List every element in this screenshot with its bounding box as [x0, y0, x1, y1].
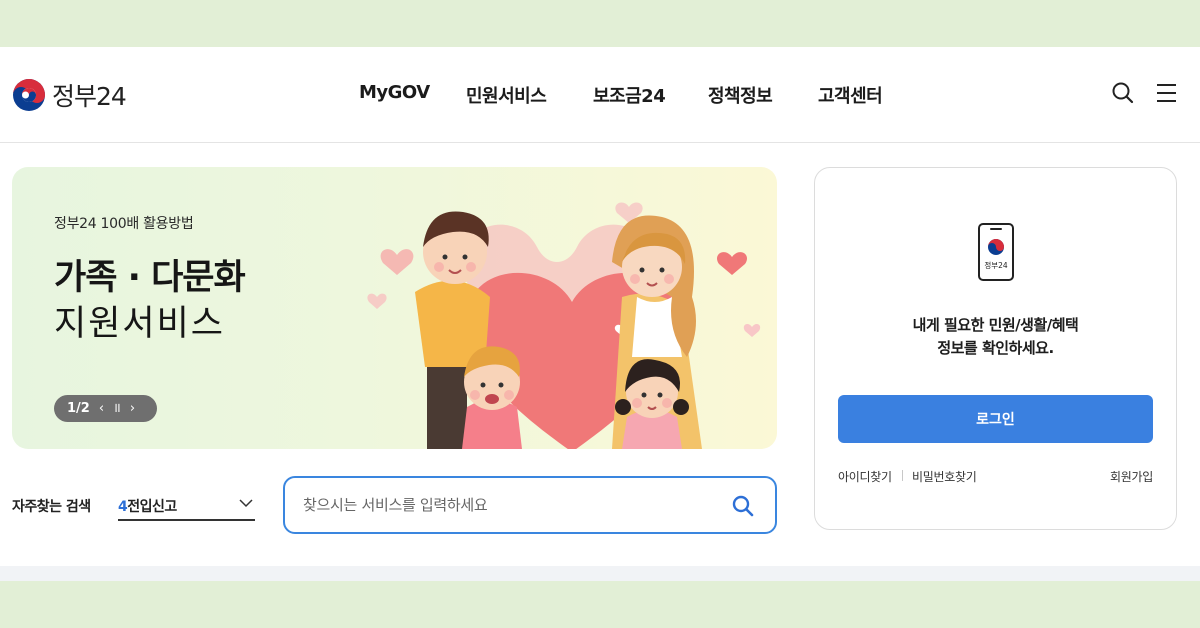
banner-pager: 1/2 ‹ ॥ ›	[54, 395, 157, 422]
service-search-bar	[283, 476, 777, 534]
pager-count: 1/2	[67, 401, 90, 416]
login-message-line2: 정보를 확인하세요.	[937, 339, 1054, 357]
site-header: 정부24 MyGOV 민원서비스 보조금24 정책정보 고객센터	[0, 47, 1200, 143]
link-divider	[902, 470, 903, 481]
banner-subtitle: 정부24 100배 활용방법	[54, 216, 194, 232]
frequent-search-label: 자주찾는 검색	[12, 499, 91, 515]
search-submit-icon[interactable]	[731, 494, 755, 518]
service-search-input[interactable]	[303, 492, 723, 518]
hamburger-menu-icon[interactable]	[1154, 80, 1180, 106]
login-panel: 정부24 내게 필요한 민원/생활/혜택 정보를 확인하세요. 로그인 아이디찾…	[814, 167, 1177, 530]
frequent-search-dropdown[interactable]: 4전입신고	[118, 489, 255, 521]
brand-name: 정부24	[52, 82, 127, 111]
taegeuk-logo-icon	[13, 79, 45, 111]
login-message: 내게 필요한 민원/생활/혜택 정보를 확인하세요.	[815, 314, 1176, 360]
frequent-search-rank: 4	[118, 499, 128, 515]
mobile-phone-icon: 정부24	[978, 223, 1014, 281]
nav-item-mygov[interactable]: MyGOV	[359, 82, 430, 103]
nav-item-policy-info[interactable]: 정책정보	[708, 82, 773, 108]
find-id-link[interactable]: 아이디찾기	[838, 468, 892, 485]
nav-item-customer-center[interactable]: 고객센터	[818, 82, 883, 108]
find-password-link[interactable]: 비밀번호찾기	[912, 468, 977, 485]
nav-item-civil-services[interactable]: 민원서비스	[466, 82, 547, 108]
phone-brand-text: 정부24	[984, 260, 1008, 270]
banner-title-second-line: 지원서비스	[54, 304, 226, 344]
frequent-search-value: 4전입신고	[118, 496, 177, 516]
frequent-search-text: 전입신고	[127, 499, 177, 515]
pause-icon[interactable]: ॥	[113, 402, 121, 415]
chevron-right-icon[interactable]: ›	[130, 402, 135, 415]
site-logo[interactable]: 정부24	[12, 77, 127, 113]
login-button[interactable]: 로그인	[838, 395, 1153, 443]
signup-link[interactable]: 회원가입	[1110, 468, 1153, 485]
promo-banner[interactable]: 정부24 100배 활용방법 가족 · 다문화 지원서비스 1/2 ‹ ॥ ›	[12, 167, 777, 449]
page-frame: 정부24 MyGOV 민원서비스 보조금24 정책정보 고객센터 정부24 10…	[0, 47, 1200, 581]
family-heart-illustration	[367, 202, 761, 449]
section-divider-band	[0, 566, 1200, 581]
banner-title: 가족 · 다문화	[54, 258, 246, 298]
chevron-down-icon	[239, 499, 253, 508]
chevron-left-icon[interactable]: ‹	[99, 402, 104, 415]
search-icon[interactable]	[1110, 80, 1136, 106]
nav-item-subsidy24[interactable]: 보조금24	[593, 82, 666, 108]
login-message-line1: 내게 필요한 민원/생활/혜택	[912, 316, 1079, 334]
